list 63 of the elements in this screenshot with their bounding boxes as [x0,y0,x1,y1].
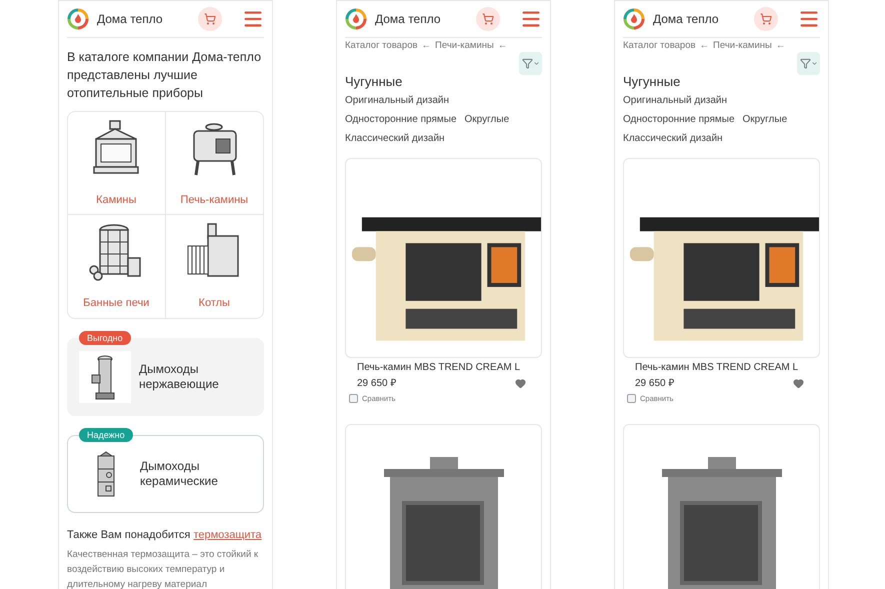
product-image-card[interactable] [623,158,820,358]
cart-button[interactable] [476,7,500,31]
breadcrumb-link[interactable]: Каталог товаров [623,39,696,54]
category-label: Печь-камины [180,193,248,208]
breadcrumb-link[interactable]: Печи-камины [435,39,494,54]
category-label: Банные печи [83,296,150,311]
cart-icon [482,13,494,25]
breadcrumb-link[interactable]: Печи-камины [713,39,772,54]
description-text: Качественная термозащита – это стойкий к воздействию высоких температур и длительному нагреву материал [67,548,260,589]
subcategory-link[interactable]: Округлые [464,112,510,126]
subcategory-link[interactable]: Оригинальный дизайн [345,94,450,107]
breadcrumb-arrow: ← [700,39,710,53]
category-title: Чугунные [623,73,682,92]
favorite-icon[interactable] [793,378,804,389]
filter-button[interactable] [519,52,542,76]
subcategory-link[interactable]: Классический дизайн [345,132,445,145]
filter-icon [522,58,540,70]
also-need-text: Также Вам понадобится термозащита [67,528,263,543]
cart-button[interactable] [198,7,222,31]
cart-icon [760,13,772,25]
product-price: 29 650 ₽ [357,376,396,391]
chimney-pipe-drawing [79,351,131,403]
brand-name[interactable]: Дома тепло [653,10,719,28]
intro-text: В каталоге компании Дома-тепло представлены лучшие отопительные приборы [67,49,262,102]
brand-name[interactable]: Дома тепло [375,10,441,28]
category-label: Котлы [198,296,230,311]
product-image-card[interactable] [345,158,542,358]
breadcrumb-arrow: ← [422,39,432,53]
category-tile[interactable]: Камины [68,112,166,215]
compare-checkbox[interactable] [627,394,636,403]
category-title: Чугунные [345,73,404,92]
product-image-card[interactable] [623,424,820,589]
thermal-protection-link[interactable]: термозащита [193,529,262,541]
filter-button[interactable] [797,52,820,76]
cart-icon [204,13,216,25]
logo-icon [345,8,367,30]
category-label: Камины [96,193,136,208]
subcategory-link[interactable]: Односторонние прямые [623,112,735,126]
product-price: 29 650 ₽ [635,376,674,391]
subcategory-link[interactable]: Оригинальный дизайн [623,94,728,107]
promo-title: Дымоходы нержавеющие [139,362,220,392]
product-image-card[interactable] [345,424,542,589]
category-tile[interactable]: Котлы [166,215,263,318]
product-name[interactable]: Печь-камин MBS TREND CREAM L [635,360,816,375]
subcategory-link[interactable]: Классический дизайн [623,132,723,145]
category-tile[interactable]: Печь-камины [166,112,263,215]
cart-button[interactable] [754,7,778,31]
logo-icon [623,8,645,30]
subcategory-link[interactable]: Округлые [742,112,788,126]
breadcrumb-arrow: ← [498,39,508,53]
subcategory-link[interactable]: Односторонние прямые [345,112,457,126]
filter-icon [800,58,818,70]
favorite-icon[interactable] [515,378,526,389]
product-name[interactable]: Печь-камин MBS TREND CREAM L [357,360,538,375]
breadcrumb-arrow: ← [776,39,786,53]
logo-icon [67,8,89,30]
breadcrumb-link[interactable]: Каталог товаров [345,39,418,54]
promo-badge: Надежно [79,428,133,442]
promo-badge: Выгодно [79,331,131,345]
category-tile[interactable]: Банные печи [68,215,166,318]
promo-title: Дымоходы керамические [140,459,219,489]
brand-name[interactable]: Дома тепло [97,10,163,28]
compare-checkbox[interactable] [349,394,358,403]
